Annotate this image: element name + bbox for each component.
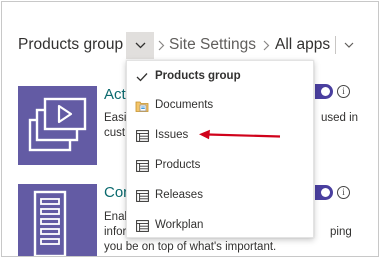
menu-item-label: Documents	[155, 99, 214, 111]
menu-item-workplan[interactable]: Workplan	[127, 211, 313, 239]
menu-item-label: Workplan	[155, 219, 204, 231]
menu-item-releases[interactable]: Releases	[127, 181, 313, 209]
breadcrumb-current[interactable]: Products group	[18, 36, 123, 54]
list-icon	[135, 129, 149, 143]
annotation-arrow-icon	[199, 129, 281, 140]
chevron-right-icon	[259, 36, 273, 54]
menu-item-products-group[interactable]: Products group	[127, 62, 313, 90]
check-icon	[135, 70, 149, 84]
menu-item-documents[interactable]: Documents	[127, 91, 313, 119]
menu-item-label: Releases	[155, 189, 203, 201]
menu-item-label: Products	[155, 159, 201, 171]
menu-item-label: Issues	[155, 129, 189, 141]
chevron-down-icon	[135, 42, 145, 49]
page-frame: Products group Site Settings All apps Ac…	[1, 1, 379, 257]
video-slides-icon	[28, 97, 87, 152]
breadcrumb-all-apps[interactable]: All apps	[275, 36, 330, 54]
enable-toggle[interactable]	[315, 185, 333, 200]
document-library-icon	[135, 99, 149, 113]
menu-item-products[interactable]: Products	[127, 151, 313, 179]
breadcrumb-dropdown-button[interactable]	[126, 32, 154, 59]
list-icon	[135, 159, 149, 173]
card-description-line: you be on top of what's important.	[104, 241, 277, 253]
list-icon	[135, 219, 149, 233]
card-thumbnail	[18, 86, 97, 165]
card-description-line: used in	[321, 112, 359, 124]
card-description-line: ping	[330, 226, 352, 238]
card-thumbnail	[18, 184, 97, 256]
list-icon	[135, 189, 149, 203]
breadcrumb-divider	[335, 36, 336, 54]
enable-toggle[interactable]	[315, 84, 333, 99]
card-title[interactable]: Act	[104, 86, 126, 103]
form-document-icon	[33, 190, 67, 256]
menu-item-label: Products group	[155, 70, 241, 82]
chevron-down-icon[interactable]	[342, 36, 356, 54]
breadcrumb-dropdown-menu: Products group Documents Issues Products…	[126, 60, 314, 238]
breadcrumb-site-settings[interactable]: Site Settings	[169, 36, 256, 54]
info-icon[interactable]: i	[337, 85, 350, 98]
chevron-right-icon	[154, 36, 168, 54]
info-icon[interactable]: i	[337, 186, 350, 199]
